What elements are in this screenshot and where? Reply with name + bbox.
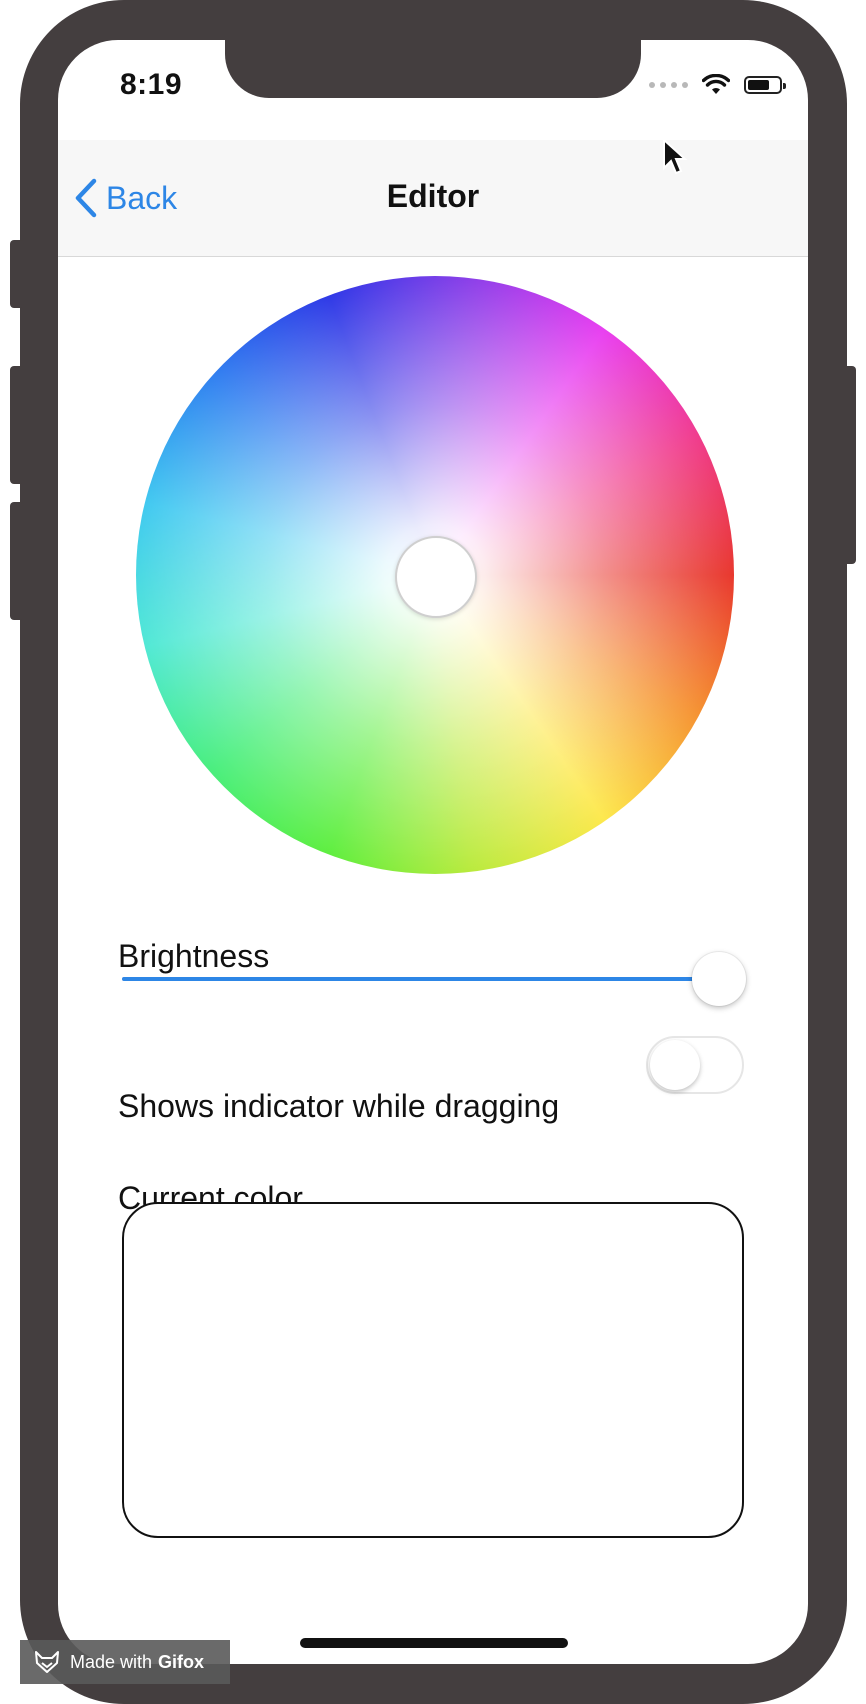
brightness-slider-track[interactable]: [122, 977, 728, 981]
current-color-swatch: [122, 1202, 744, 1538]
battery-icon: [744, 76, 786, 94]
volume-down-button: [10, 502, 24, 620]
brightness-slider-thumb[interactable]: [692, 952, 746, 1006]
toggle-knob: [650, 1040, 700, 1090]
notch: [225, 40, 641, 98]
watermark-brand: Gifox: [158, 1651, 205, 1672]
status-time: 8:19: [120, 68, 183, 101]
gifox-watermark: Made with Gifox: [20, 1640, 230, 1684]
screen: 8:19 Back Editor Brightness Shows indica…: [58, 40, 808, 1664]
mute-switch: [10, 240, 24, 308]
status-icons: [649, 70, 786, 100]
fox-logo-icon: [35, 1651, 59, 1673]
watermark-prefix: Made with: [70, 1651, 153, 1672]
volume-up-button: [10, 366, 24, 484]
navigation-bar: Back Editor: [58, 140, 808, 257]
indicator-toggle[interactable]: [646, 1036, 744, 1094]
home-indicator: [300, 1638, 568, 1648]
page-title: Editor: [386, 178, 480, 214]
brightness-slider-fill: [122, 977, 698, 981]
brightness-label: Brightness: [118, 938, 270, 974]
indicator-toggle-label: Shows indicator while dragging: [118, 1088, 560, 1124]
color-wheel-selector[interactable]: [395, 536, 477, 618]
signal-icon: [649, 82, 688, 88]
mouse-pointer-icon: [663, 138, 688, 175]
wifi-icon: [702, 74, 730, 94]
power-button: [842, 366, 856, 564]
